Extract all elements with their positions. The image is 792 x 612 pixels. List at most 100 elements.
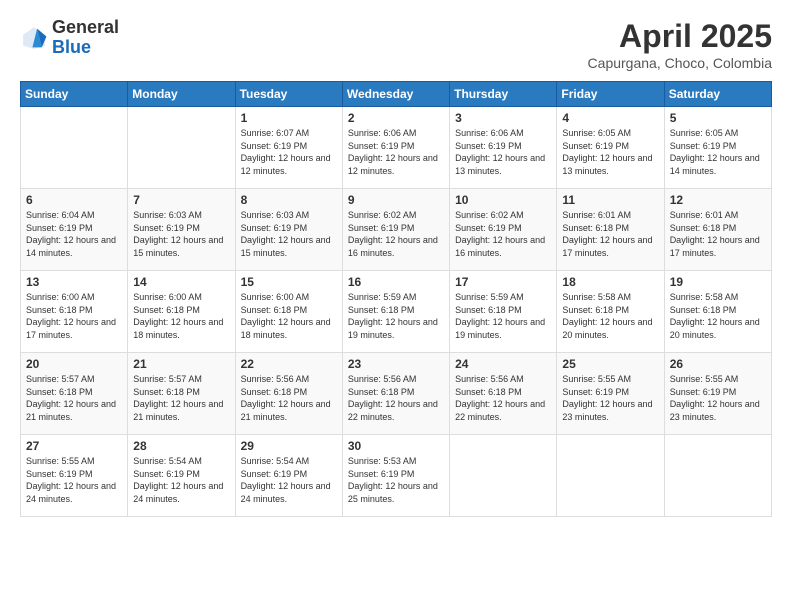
calendar-cell: 23 Sunrise: 5:56 AMSunset: 6:18 PMDayligh…: [342, 353, 449, 435]
day-number: 5: [670, 111, 766, 125]
month-year: April 2025: [588, 18, 772, 55]
calendar-cell: 10 Sunrise: 6:02 AMSunset: 6:19 PMDayligh…: [450, 189, 557, 271]
calendar-cell: 5 Sunrise: 6:05 AMSunset: 6:19 PMDaylight…: [664, 107, 771, 189]
calendar-cell: 21 Sunrise: 5:57 AMSunset: 6:18 PMDayligh…: [128, 353, 235, 435]
calendar-cell: 28 Sunrise: 5:54 AMSunset: 6:19 PMDayligh…: [128, 435, 235, 517]
day-number: 26: [670, 357, 766, 371]
day-number: 18: [562, 275, 658, 289]
day-info: Sunrise: 6:02 AMSunset: 6:19 PMDaylight:…: [348, 209, 444, 259]
calendar-day-header: Sunday: [21, 82, 128, 107]
calendar-day-header: Monday: [128, 82, 235, 107]
calendar-cell: 4 Sunrise: 6:05 AMSunset: 6:19 PMDaylight…: [557, 107, 664, 189]
day-info: Sunrise: 6:02 AMSunset: 6:19 PMDaylight:…: [455, 209, 551, 259]
calendar-week-row: 27 Sunrise: 5:55 AMSunset: 6:19 PMDayligh…: [21, 435, 772, 517]
day-info: Sunrise: 5:53 AMSunset: 6:19 PMDaylight:…: [348, 455, 444, 505]
calendar-cell: 8Sunrise: 6:03 AMSunset: 6:19 PMDaylight…: [235, 189, 342, 271]
page: General Blue April 2025 Capurgana, Choco…: [0, 0, 792, 612]
day-info: Sunrise: 6:07 AMSunset: 6:19 PMDaylight:…: [241, 127, 337, 177]
calendar-cell: 14 Sunrise: 6:00 AMSunset: 6:18 PMDayligh…: [128, 271, 235, 353]
day-number: 4: [562, 111, 658, 125]
day-info: Sunrise: 5:54 AMSunset: 6:19 PMDaylight:…: [133, 455, 229, 505]
day-number: 1: [241, 111, 337, 125]
day-number: 2: [348, 111, 444, 125]
day-number: 15: [241, 275, 337, 289]
day-info: Sunrise: 5:58 AMSunset: 6:18 PMDaylight:…: [670, 291, 766, 341]
calendar-cell: [128, 107, 235, 189]
calendar-table: SundayMondayTuesdayWednesdayThursdayFrid…: [20, 81, 772, 517]
day-number: 22: [241, 357, 337, 371]
day-info: Sunrise: 6:06 AMSunset: 6:19 PMDaylight:…: [455, 127, 551, 177]
logo-icon: [20, 24, 48, 52]
day-number: 16: [348, 275, 444, 289]
calendar-day-header: Friday: [557, 82, 664, 107]
day-number: 29: [241, 439, 337, 453]
day-number: 13: [26, 275, 122, 289]
calendar-cell: 7Sunrise: 6:03 AMSunset: 6:19 PMDaylight…: [128, 189, 235, 271]
day-number: 23: [348, 357, 444, 371]
logo-text: General Blue: [52, 18, 119, 58]
calendar-cell: 12Sunrise: 6:01 AMSunset: 6:18 PMDayligh…: [664, 189, 771, 271]
calendar-cell: [557, 435, 664, 517]
calendar-cell: 29 Sunrise: 5:54 AMSunset: 6:19 PMDayligh…: [235, 435, 342, 517]
logo-blue-text: Blue: [52, 38, 119, 58]
calendar-cell: 2 Sunrise: 6:06 AMSunset: 6:19 PMDaylight…: [342, 107, 449, 189]
day-number: 24: [455, 357, 551, 371]
calendar-cell: 19 Sunrise: 5:58 AMSunset: 6:18 PMDayligh…: [664, 271, 771, 353]
calendar-cell: 20 Sunrise: 5:57 AMSunset: 6:18 PMDayligh…: [21, 353, 128, 435]
calendar-cell: [21, 107, 128, 189]
day-info: Sunrise: 5:55 AMSunset: 6:19 PMDaylight:…: [26, 455, 122, 505]
calendar-cell: 6 Sunrise: 6:04 AMSunset: 6:19 PMDaylight…: [21, 189, 128, 271]
day-info: Sunrise: 5:56 AMSunset: 6:18 PMDaylight:…: [348, 373, 444, 423]
calendar-day-header: Thursday: [450, 82, 557, 107]
day-number: 25: [562, 357, 658, 371]
day-info: Sunrise: 6:00 AMSunset: 6:18 PMDaylight:…: [26, 291, 122, 341]
day-number: 10: [455, 193, 551, 207]
day-number: 30: [348, 439, 444, 453]
day-info: Sunrise: 6:04 AMSunset: 6:19 PMDaylight:…: [26, 209, 122, 259]
calendar-cell: 17Sunrise: 5:59 AMSunset: 6:18 PMDayligh…: [450, 271, 557, 353]
calendar-cell: 27 Sunrise: 5:55 AMSunset: 6:19 PMDayligh…: [21, 435, 128, 517]
calendar-cell: 9 Sunrise: 6:02 AMSunset: 6:19 PMDaylight…: [342, 189, 449, 271]
day-info: Sunrise: 6:00 AMSunset: 6:18 PMDaylight:…: [133, 291, 229, 341]
day-number: 3: [455, 111, 551, 125]
calendar-week-row: 13 Sunrise: 6:00 AMSunset: 6:18 PMDayligh…: [21, 271, 772, 353]
day-number: 27: [26, 439, 122, 453]
day-info: Sunrise: 5:56 AMSunset: 6:18 PMDaylight:…: [455, 373, 551, 423]
calendar-cell: 26 Sunrise: 5:55 AMSunset: 6:19 PMDayligh…: [664, 353, 771, 435]
day-number: 21: [133, 357, 229, 371]
day-info: Sunrise: 6:03 AMSunset: 6:19 PMDaylight:…: [133, 209, 229, 259]
day-info: Sunrise: 5:56 AMSunset: 6:18 PMDaylight:…: [241, 373, 337, 423]
calendar-cell: 30 Sunrise: 5:53 AMSunset: 6:19 PMDayligh…: [342, 435, 449, 517]
calendar-header-row: SundayMondayTuesdayWednesdayThursdayFrid…: [21, 82, 772, 107]
day-info: Sunrise: 6:06 AMSunset: 6:19 PMDaylight:…: [348, 127, 444, 177]
day-info: Sunrise: 6:05 AMSunset: 6:19 PMDaylight:…: [562, 127, 658, 177]
day-info: Sunrise: 6:00 AMSunset: 6:18 PMDaylight:…: [241, 291, 337, 341]
day-info: Sunrise: 5:57 AMSunset: 6:18 PMDaylight:…: [26, 373, 122, 423]
calendar-cell: 15 Sunrise: 6:00 AMSunset: 6:18 PMDayligh…: [235, 271, 342, 353]
calendar-cell: 13 Sunrise: 6:00 AMSunset: 6:18 PMDayligh…: [21, 271, 128, 353]
day-info: Sunrise: 5:59 AMSunset: 6:18 PMDaylight:…: [348, 291, 444, 341]
calendar-cell: 24 Sunrise: 5:56 AMSunset: 6:18 PMDayligh…: [450, 353, 557, 435]
day-info: Sunrise: 5:54 AMSunset: 6:19 PMDaylight:…: [241, 455, 337, 505]
day-info: Sunrise: 5:57 AMSunset: 6:18 PMDaylight:…: [133, 373, 229, 423]
day-number: 8: [241, 193, 337, 207]
day-number: 17: [455, 275, 551, 289]
calendar-cell: 3 Sunrise: 6:06 AMSunset: 6:19 PMDaylight…: [450, 107, 557, 189]
logo: General Blue: [20, 18, 119, 58]
calendar-cell: [450, 435, 557, 517]
logo-general-text: General: [52, 18, 119, 38]
day-number: 19: [670, 275, 766, 289]
calendar-day-header: Saturday: [664, 82, 771, 107]
calendar-week-row: 1 Sunrise: 6:07 AMSunset: 6:19 PMDaylight…: [21, 107, 772, 189]
day-number: 9: [348, 193, 444, 207]
day-info: Sunrise: 5:55 AMSunset: 6:19 PMDaylight:…: [670, 373, 766, 423]
header: General Blue April 2025 Capurgana, Choco…: [20, 18, 772, 71]
day-number: 14: [133, 275, 229, 289]
calendar-cell: 22 Sunrise: 5:56 AMSunset: 6:18 PMDayligh…: [235, 353, 342, 435]
day-number: 28: [133, 439, 229, 453]
calendar-cell: 18Sunrise: 5:58 AMSunset: 6:18 PMDayligh…: [557, 271, 664, 353]
calendar-cell: 16 Sunrise: 5:59 AMSunset: 6:18 PMDayligh…: [342, 271, 449, 353]
day-number: 20: [26, 357, 122, 371]
day-info: Sunrise: 6:05 AMSunset: 6:19 PMDaylight:…: [670, 127, 766, 177]
day-number: 6: [26, 193, 122, 207]
